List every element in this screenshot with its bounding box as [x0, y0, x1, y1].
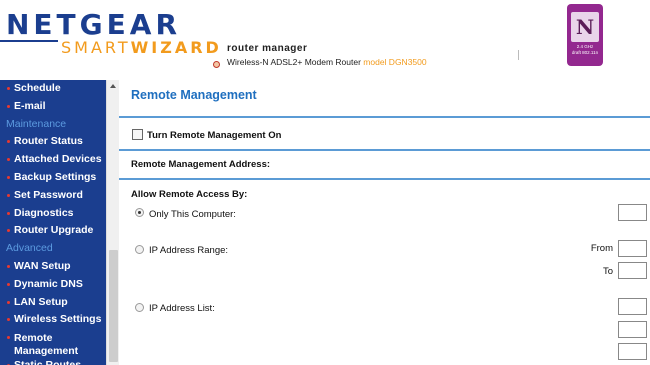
sidebar-item-lan-setup[interactable]: LAN Setup [0, 294, 106, 312]
sidebar-section-maintenance: Maintenance [6, 117, 67, 130]
sidebar-scrollbar[interactable] [106, 80, 119, 365]
router-description: Wireless-N ADSL2+ Modem Router model DGN… [227, 57, 427, 67]
ip-range-label: IP Address Range: [149, 245, 229, 256]
section-divider-1 [119, 149, 650, 151]
radio-only-this-computer[interactable] [135, 208, 144, 217]
only-this-computer-label: Only This Computer: [149, 209, 236, 220]
remote-address-label: Remote Management Address: [131, 159, 271, 170]
wireless-n-badge: N 2.4 GHz draft 802.11n [567, 4, 603, 66]
range-from-input[interactable] [618, 240, 647, 257]
radio-ip-range[interactable] [135, 245, 144, 254]
sidebar-item-router-upgrade[interactable]: Router Upgrade [0, 222, 106, 240]
scroll-thumb[interactable] [109, 250, 118, 362]
sidebar-nav: Schedule E-mail Maintenance Router Status At… [0, 80, 106, 365]
logo-wizard: WIZARD [130, 38, 222, 57]
page-title: Remote Management [131, 88, 257, 102]
turn-on-label: Turn Remote Management On [147, 130, 282, 141]
sidebar-item-diagnostics[interactable]: Diagnostics [0, 205, 106, 223]
logo-smart: SMART [61, 38, 131, 57]
router-manager-label: router manager [227, 43, 308, 54]
sidebar-item-wireless-settings[interactable]: Wireless Settings [0, 311, 106, 329]
badge-inner: N [571, 12, 599, 42]
title-divider [119, 116, 650, 118]
sidebar-item-wan-setup[interactable]: WAN Setup [0, 258, 106, 276]
sidebar-item-attached-devices[interactable]: Attached Devices [0, 151, 106, 169]
radio-ip-list[interactable] [135, 303, 144, 312]
badge-standard: draft 802.11n [571, 50, 599, 55]
sidebar-item-e-mail[interactable]: E-mail [0, 98, 106, 116]
sidebar-item-set-password[interactable]: Set Password [0, 187, 106, 205]
from-label: From [590, 243, 613, 254]
header: NETGEAR SMARTWIZARD router manager Wirel… [0, 0, 650, 80]
wireless-n-icon: N [575, 15, 595, 39]
main-content: Remote Management Turn Remote Management… [119, 80, 650, 365]
sidebar-item-schedule[interactable]: Schedule [0, 80, 106, 98]
only-this-ip-input[interactable] [618, 204, 647, 221]
section-divider-2 [119, 178, 650, 180]
sidebar-item-router-status[interactable]: Router Status [0, 133, 106, 151]
netgear-logo[interactable]: NETGEAR [6, 8, 181, 41]
smartwizard-logo: SMARTWIZARD [58, 38, 225, 57]
router-description-text: Wireless-N ADSL2+ Modem Router [227, 57, 361, 67]
header-tick [518, 50, 519, 60]
allow-access-label: Allow Remote Access By: [131, 189, 248, 200]
router-model: model DGN3500 [363, 57, 427, 67]
ip-list-input-2[interactable] [618, 321, 647, 338]
remote-management-checkbox[interactable] [132, 129, 143, 140]
sidebar-item-static-routes[interactable]: Static Routes [0, 357, 106, 365]
sidebar-item-remote-management[interactable]: Remote Management [0, 329, 106, 357]
ip-list-input-3[interactable] [618, 343, 647, 360]
ip-list-label: IP Address List: [149, 303, 215, 314]
to-label: To [602, 266, 613, 277]
ip-list-input-1[interactable] [618, 298, 647, 315]
header-dot-icon [213, 61, 220, 68]
sidebar-section-advanced: Advanced [6, 242, 53, 255]
sidebar-item-dynamic-dns[interactable]: Dynamic DNS [0, 276, 106, 294]
scroll-up-arrow-icon[interactable] [110, 84, 116, 88]
range-to-input[interactable] [618, 262, 647, 279]
sidebar-item-backup-settings[interactable]: Backup Settings [0, 169, 106, 187]
